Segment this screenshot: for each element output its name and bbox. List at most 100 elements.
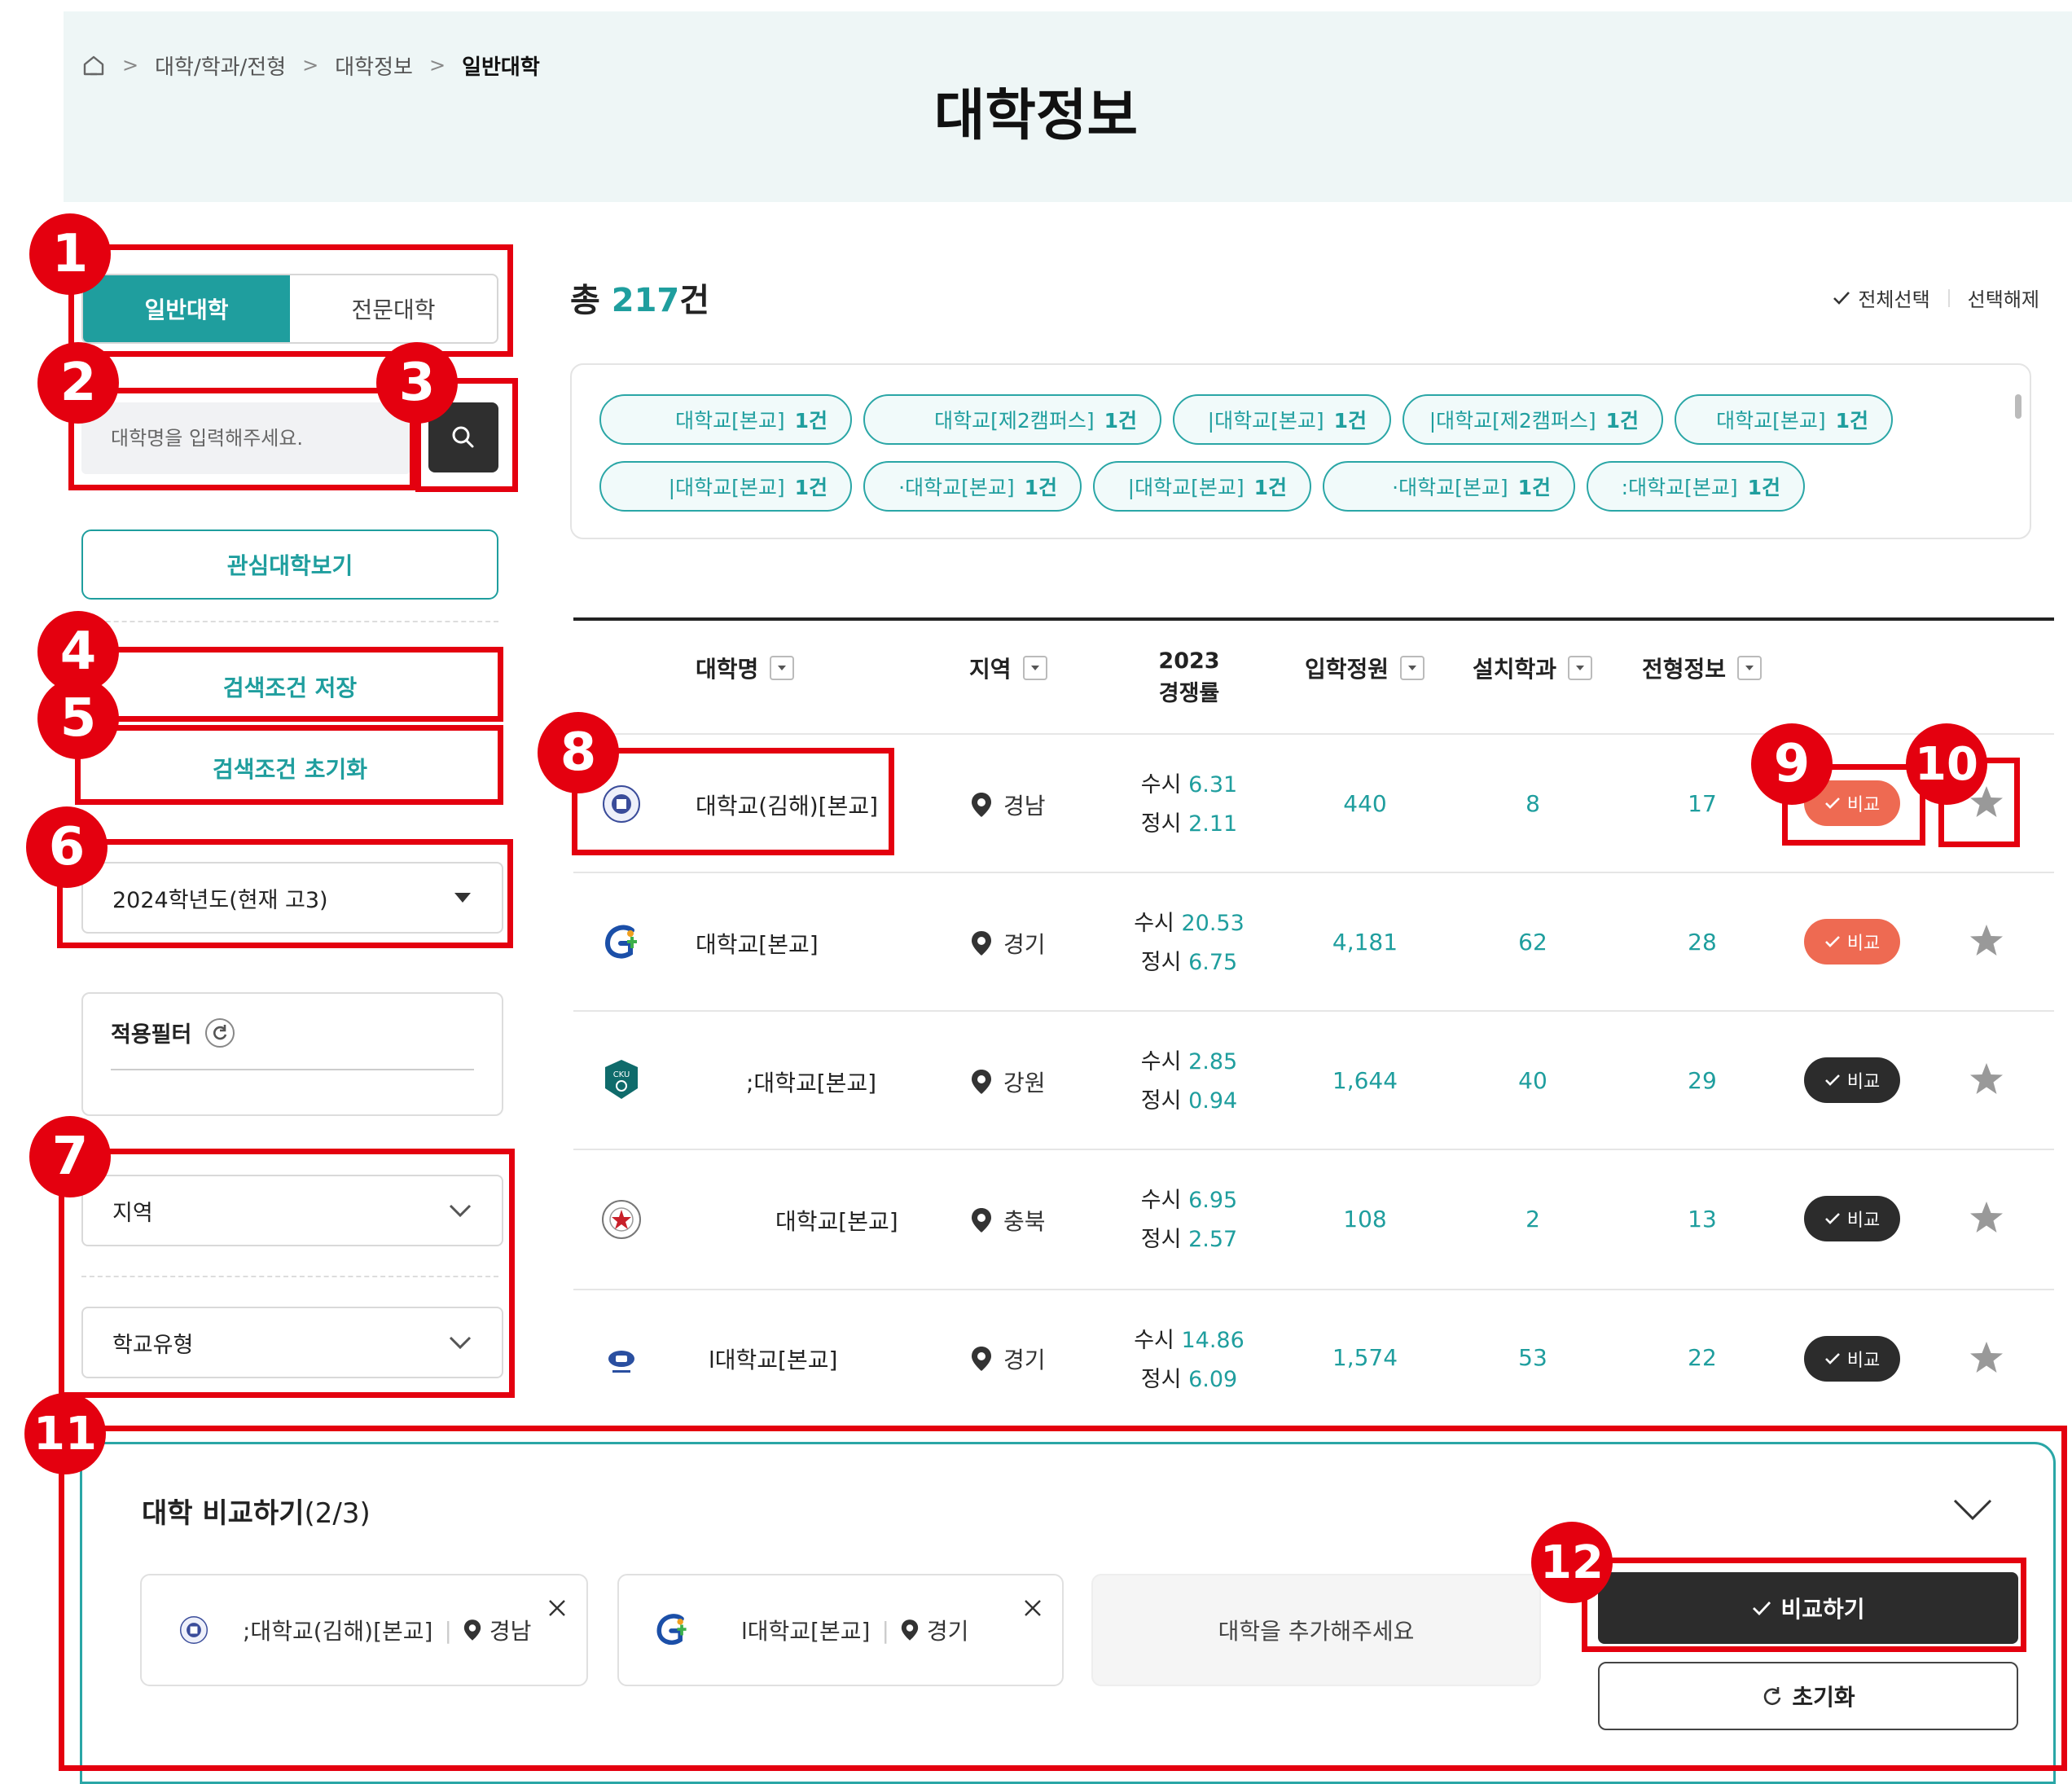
annotation-badge: 3 — [376, 342, 458, 424]
compare-toggle-button[interactable]: 비교 — [1804, 1336, 1900, 1382]
region-cell: 경기 — [971, 1342, 1046, 1375]
region-cell: 강원 — [971, 1066, 1046, 1098]
university-chip[interactable]: 대학교[본교] 1건 — [1675, 394, 1893, 445]
university-name[interactable]: l대학교[본교] — [709, 1342, 837, 1375]
check-icon — [1833, 291, 1850, 305]
competition-cell: 수시 20.53 정시 6.75 — [1124, 904, 1254, 982]
university-chip[interactable]: ·대학교[본교] 1건 — [863, 461, 1082, 512]
check-icon — [1824, 1353, 1840, 1364]
total-prefix: 총 — [570, 282, 600, 319]
divider — [1947, 288, 1950, 307]
row-divider — [573, 1010, 2054, 1012]
university-chip[interactable]: |대학교[본교] 1건 — [1093, 461, 1311, 512]
row-divider — [573, 1149, 2054, 1150]
departments-cell[interactable]: 40 — [1468, 1067, 1598, 1094]
university-chip[interactable]: |대학교[제2캠퍼스] 1건 — [1403, 394, 1663, 445]
sort-icon[interactable] — [1022, 656, 1047, 680]
university-chip[interactable]: 대학교[제2캠퍼스] 1건 — [863, 394, 1161, 445]
departments-cell[interactable]: 8 — [1468, 790, 1598, 817]
chip-count: 1건 — [1605, 409, 1639, 433]
select-all-label: 전체선택 — [1858, 288, 1930, 311]
chip-count: 1건 — [1333, 409, 1367, 433]
departments-cell[interactable]: 2 — [1468, 1206, 1598, 1233]
chip-count: 1건 — [1517, 476, 1551, 499]
star-icon[interactable] — [1968, 1339, 2005, 1377]
susi-value: 6.31 — [1188, 772, 1238, 798]
column-header-admission[interactable]: 전형정보 — [1642, 652, 1763, 684]
annotation-box — [75, 725, 503, 805]
selected-university-chips: 대학교[본교] 1건 대학교[제2캠퍼스] 1건 |대학교[본교] 1건 |대학교[제… — [570, 363, 2031, 539]
location-pin-icon — [972, 1070, 991, 1094]
admission-cell[interactable]: 22 — [1637, 1344, 1767, 1371]
admission-cell[interactable]: 17 — [1637, 790, 1767, 817]
sort-icon[interactable] — [1568, 656, 1593, 680]
compare-toggle-button[interactable]: 비교 — [1804, 1196, 1900, 1241]
refresh-icon[interactable] — [204, 1017, 235, 1048]
competition-cell: 수시 6.95 정시 2.57 — [1124, 1181, 1254, 1259]
university-name[interactable]: ;대학교[본교] — [746, 1066, 876, 1098]
check-icon — [1824, 1213, 1840, 1224]
row-divider — [573, 733, 2054, 735]
university-name[interactable]: 대학교[본교] — [775, 1204, 898, 1237]
university-chip[interactable]: |대학교[본교] 1건 — [1173, 394, 1391, 445]
scrollbar[interactable] — [2015, 394, 2022, 419]
sort-icon[interactable] — [1400, 656, 1425, 680]
quota-cell[interactable]: 1,574 — [1300, 1344, 1430, 1371]
region-label: 경남 — [1003, 793, 1046, 819]
chip-label: 대학교[본교] — [1716, 409, 1826, 433]
university-chip[interactable]: ·대학교[본교] 1건 — [1323, 461, 1575, 512]
svg-text:CKU: CKU — [613, 1070, 630, 1079]
university-chip[interactable]: |대학교[본교] 1건 — [599, 461, 852, 512]
column-header-quota[interactable]: 입학정원 — [1305, 652, 1425, 684]
university-logo: CKU — [605, 1060, 638, 1099]
susi-label: 수시 — [1134, 1328, 1174, 1353]
deselect-button[interactable]: 선택해제 — [1968, 283, 2039, 312]
check-icon — [1824, 936, 1840, 947]
university-chip[interactable]: 대학교[본교] 1건 — [599, 394, 852, 445]
chip-label: |대학교[본교] — [668, 476, 785, 499]
compare-toggle-button[interactable]: 비교 — [1804, 1057, 1900, 1103]
quota-cell[interactable]: 108 — [1300, 1206, 1430, 1233]
star-icon[interactable] — [1968, 1199, 2005, 1237]
jungsi-label: 정시 — [1140, 950, 1182, 975]
departments-cell[interactable]: 62 — [1468, 929, 1598, 956]
column-header-label: 지역 — [969, 656, 1012, 683]
region-label: 경기 — [1003, 1347, 1046, 1373]
column-header-label: 전형정보 — [1642, 656, 1727, 683]
susi-value: 2.85 — [1188, 1049, 1238, 1074]
select-all-button[interactable]: 전체선택 — [1832, 283, 1930, 312]
region-cell: 경남 — [971, 789, 1046, 821]
star-icon[interactable] — [1968, 922, 2005, 960]
university-name[interactable]: 대학교[본교] — [696, 927, 819, 960]
quota-cell[interactable]: 1,644 — [1300, 1067, 1430, 1094]
annotation-badge: 11 — [24, 1393, 106, 1474]
column-header-region[interactable]: 지역 — [969, 652, 1047, 684]
admission-cell[interactable]: 28 — [1637, 929, 1767, 956]
compare-toggle-button[interactable]: 비교 — [1804, 919, 1900, 965]
susi-value: 20.53 — [1181, 911, 1245, 936]
university-chip[interactable]: :대학교[본교] 1건 — [1587, 461, 1805, 512]
location-pin-icon — [972, 1347, 991, 1371]
interest-universities-button[interactable]: 관심대학보기 — [81, 529, 498, 600]
column-header-departments[interactable]: 설치학과 — [1473, 652, 1593, 684]
annotation-box — [68, 388, 415, 490]
sort-icon[interactable] — [1737, 656, 1763, 680]
column-header-name[interactable]: 대학명 — [696, 652, 795, 684]
chip-label: 대학교[제2캠퍼스] — [934, 409, 1095, 433]
jungsi-label: 정시 — [1140, 1227, 1182, 1252]
annotation-badge: 2 — [37, 342, 119, 424]
location-pin-icon — [972, 1208, 991, 1233]
competition-cell: 수시 6.31 정시 2.11 — [1124, 766, 1254, 844]
jungsi-value: 0.94 — [1188, 1088, 1238, 1114]
star-icon[interactable] — [1968, 1061, 2005, 1098]
quota-cell[interactable]: 440 — [1300, 790, 1430, 817]
annotation-badge: 6 — [26, 806, 108, 888]
divider — [81, 621, 498, 622]
admission-cell[interactable]: 13 — [1637, 1206, 1767, 1233]
sort-icon[interactable] — [770, 656, 795, 680]
admission-cell[interactable]: 29 — [1637, 1067, 1767, 1094]
departments-cell[interactable]: 53 — [1468, 1344, 1598, 1371]
jungsi-value: 2.11 — [1188, 811, 1238, 837]
quota-cell[interactable]: 4,181 — [1300, 929, 1430, 956]
susi-label: 수시 — [1140, 1049, 1182, 1074]
